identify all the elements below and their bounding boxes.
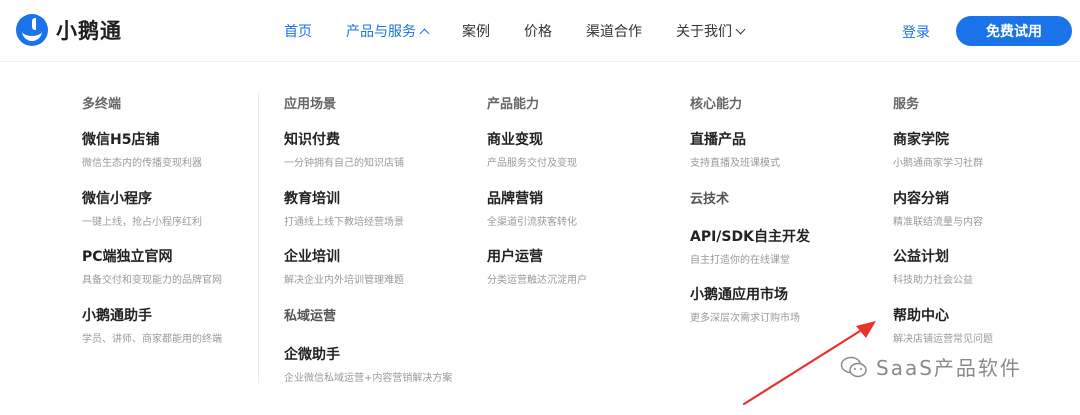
menu-item-desc: 精准联结流量与内容 — [893, 217, 983, 228]
column-heading: 服务 — [893, 97, 920, 112]
menu-item-brand-marketing[interactable]: 品牌营销 全渠道引流获客转化 — [487, 188, 677, 228]
menu-item-knowledge-paid[interactable]: 知识付费 一分钟拥有自己的知识店铺 — [284, 129, 474, 169]
menu-item-title: PC端独立官网 — [82, 249, 173, 265]
menu-item-desc: 科技助力社会公益 — [893, 275, 973, 286]
nav-pricing-label: 价格 — [524, 24, 552, 40]
menu-column-services: 服务 商家学院 小鹅通商家学习社群 内容分销 精准联结流量与内容 公益计划 科技… — [893, 93, 1063, 393]
menu-item-desc: 分类运营触达沉淀用户 — [487, 275, 587, 286]
nav-cases-label: 案例 — [462, 24, 490, 40]
menu-item-desc: 全渠道引流获客转化 — [487, 217, 577, 228]
watermark-text: SaaS产品软件 — [876, 356, 1022, 380]
menu-item-desc: 自主打造你的在线课堂 — [690, 255, 790, 266]
menu-item-desc: 一键上线，抢占小程序红利 — [82, 217, 202, 228]
column-subheading: 私域运营 — [284, 309, 337, 324]
nav-home-label: 首页 — [284, 24, 312, 40]
menu-item-live-streaming[interactable]: 直播产品 支持直播及班课模式 — [690, 129, 880, 169]
nav-channel-partners-label: 渠道合作 — [586, 24, 642, 40]
column-heading: 多终端 — [82, 97, 122, 112]
menu-column-capabilities: 产品能力 商业变现 产品服务交付及变现 品牌营销 全渠道引流获客转化 用户运营 … — [487, 93, 667, 353]
menu-item-enterprise-training[interactable]: 企业培训 解决企业内外培训管理难题 — [284, 246, 474, 286]
menu-item-public-welfare[interactable]: 公益计划 科技助力社会公益 — [893, 246, 1080, 286]
menu-item-title: 微信小程序 — [82, 191, 152, 207]
menu-item-title: 企业培训 — [284, 249, 340, 265]
watermark: SaaS产品软件 — [840, 352, 1022, 381]
menu-item-desc: 打通线上线下教培经营场景 — [284, 217, 404, 228]
login-link[interactable]: 登录 — [902, 22, 930, 42]
chevron-down-icon — [735, 24, 746, 34]
column-heading: 应用场景 — [284, 97, 337, 112]
menu-item-api-sdk[interactable]: API/SDK自主开发 自主打造你的在线课堂 — [690, 226, 880, 266]
menu-item-desc: 企业微信私域运营+内容营销解决方案 — [284, 373, 453, 384]
menu-item-title: 公益计划 — [893, 249, 949, 265]
menu-item-desc: 小鹅通商家学习社群 — [893, 158, 983, 169]
menu-item-wechat-miniprogram[interactable]: 微信小程序 一键上线，抢占小程序红利 — [82, 188, 272, 228]
menu-item-user-operations[interactable]: 用户运营 分类运营触达沉淀用户 — [487, 246, 677, 286]
menu-item-title: 商家学院 — [893, 132, 949, 148]
menu-item-help-center[interactable]: 帮助中心 解决店铺运营常见问题 — [893, 305, 1080, 345]
nav-about-us[interactable]: 关于我们 — [676, 21, 746, 41]
menu-item-wechat-h5[interactable]: 微信H5店铺 微信生态内的传播变现利器 — [82, 129, 272, 169]
column-heading: 产品能力 — [487, 97, 540, 112]
menu-item-title: 品牌营销 — [487, 191, 543, 207]
menu-item-title: 知识付费 — [284, 132, 340, 148]
nav-channel-partners[interactable]: 渠道合作 — [586, 21, 642, 41]
logo[interactable]: 小鹅通 — [16, 14, 122, 46]
nav-products-services[interactable]: 产品与服务 — [346, 21, 430, 41]
menu-item-desc: 解决店铺运营常见问题 — [893, 334, 993, 345]
menu-column-scenarios: 应用场景 知识付费 一分钟拥有自己的知识店铺 教育培训 打通线上线下教培经营场景… — [284, 93, 474, 413]
menu-item-desc: 解决企业内外培训管理难题 — [284, 275, 404, 286]
main-nav: 首页 产品与服务 案例 价格 渠道合作 关于我们 — [284, 0, 778, 62]
nav-products-services-label: 产品与服务 — [346, 24, 416, 40]
nav-cases[interactable]: 案例 — [462, 21, 490, 41]
menu-item-assistant[interactable]: 小鹅通助手 学员、讲师、商家都能用的终端 — [82, 305, 272, 345]
menu-item-title: 小鹅通应用市场 — [690, 287, 788, 303]
menu-item-title: 帮助中心 — [893, 308, 949, 324]
menu-item-education-training[interactable]: 教育培训 打通线上线下教培经营场景 — [284, 188, 474, 228]
menu-item-title: 教育培训 — [284, 191, 340, 207]
menu-item-title: 微信H5店铺 — [82, 132, 160, 148]
nav-about-us-label: 关于我们 — [676, 24, 732, 40]
wechat-icon — [840, 356, 867, 377]
nav-home[interactable]: 首页 — [284, 21, 312, 41]
menu-item-monetization[interactable]: 商业变现 产品服务交付及变现 — [487, 129, 677, 169]
nav-pricing[interactable]: 价格 — [524, 21, 552, 41]
menu-item-desc: 学员、讲师、商家都能用的终端 — [82, 334, 222, 345]
logo-mark-icon — [16, 14, 48, 46]
menu-item-desc: 产品服务交付及变现 — [487, 158, 577, 169]
menu-item-title: API/SDK自主开发 — [690, 229, 810, 245]
menu-item-title: 内容分销 — [893, 191, 949, 207]
site-header: 小鹅通 首页 产品与服务 案例 价格 渠道合作 关于我们 登录 免费试用 — [0, 0, 1080, 62]
menu-item-title: 用户运营 — [487, 249, 543, 265]
menu-item-merchant-academy[interactable]: 商家学院 小鹅通商家学习社群 — [893, 129, 1080, 169]
menu-item-desc: 支持直播及班课模式 — [690, 158, 780, 169]
menu-item-desc: 一分钟拥有自己的知识店铺 — [284, 158, 404, 169]
menu-item-desc: 微信生态内的传播变现利器 — [82, 158, 202, 169]
menu-item-title: 直播产品 — [690, 132, 746, 148]
menu-item-content-distribution[interactable]: 内容分销 精准联结流量与内容 — [893, 188, 1080, 228]
column-subheading: 云技术 — [690, 192, 730, 207]
free-trial-button[interactable]: 免费试用 — [956, 16, 1072, 46]
menu-item-wecom-assistant[interactable]: 企微助手 企业微信私域运营+内容营销解决方案 — [284, 344, 474, 384]
column-heading: 核心能力 — [690, 97, 743, 112]
menu-item-title: 小鹅通助手 — [82, 308, 152, 324]
menu-item-title: 商业变现 — [487, 132, 543, 148]
menu-item-desc: 具备交付和变现能力的品牌官网 — [82, 275, 222, 286]
menu-item-title: 企微助手 — [284, 347, 340, 363]
menu-column-terminals: 多终端 微信H5店铺 微信生态内的传播变现利器 微信小程序 一键上线，抢占小程序… — [82, 93, 252, 393]
chevron-up-icon — [419, 28, 430, 38]
menu-item-pc-site[interactable]: PC端独立官网 具备交付和变现能力的品牌官网 — [82, 246, 272, 286]
logo-text: 小鹅通 — [56, 19, 122, 43]
